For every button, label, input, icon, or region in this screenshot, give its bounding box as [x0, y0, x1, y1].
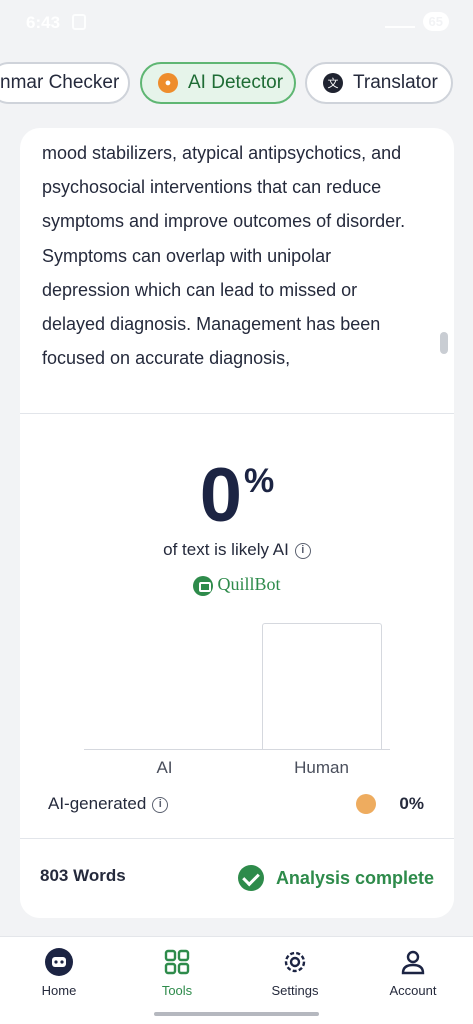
signal-icon	[384, 16, 415, 28]
nav-tools[interactable]: Tools	[132, 947, 222, 998]
chip-grammar-label: nmar Checker	[0, 72, 120, 93]
nav-settings[interactable]: Settings	[250, 947, 340, 998]
percentage-sign: %	[244, 462, 275, 500]
caption-text: of text is likely AI	[163, 540, 289, 559]
percentage-value: 0	[199, 453, 243, 538]
ai-detector-icon: ●	[158, 73, 178, 93]
bar-human	[261, 623, 382, 749]
scrollbar-thumb[interactable]	[440, 332, 448, 354]
brand-logo: QuillBot	[20, 574, 454, 596]
x-tick-label-ai: AI	[156, 758, 173, 777]
check-circle-icon	[237, 865, 264, 891]
ai-percentage: 0%	[20, 458, 454, 534]
legend-ai-generated: AI-generated i 0%	[48, 792, 424, 818]
home-indicator	[154, 1012, 319, 1016]
document-text-area[interactable]: mood stabilizers, atypical antipsychotic…	[20, 128, 454, 414]
notification-icon	[72, 14, 86, 30]
nav-home[interactable]: Home	[14, 947, 104, 998]
chip-translator-label: Translator	[353, 72, 438, 93]
chip-translator[interactable]: 文 Translator	[305, 62, 453, 104]
analysis-status: Analysis complete	[237, 865, 434, 891]
ai-human-bar-chart: AI Human	[84, 618, 390, 778]
tool-chips: nmar Checker ● AI Detector 文 Translator	[0, 62, 473, 108]
status-bar: 6:43 65	[0, 0, 473, 46]
info-icon[interactable]: i	[152, 796, 169, 813]
chip-ai-label: AI Detector	[188, 72, 284, 93]
status-time: 6:43	[26, 13, 61, 32]
legend-value: 0%	[399, 794, 424, 813]
chip-ai-detector[interactable]: ● AI Detector	[140, 62, 296, 104]
info-icon[interactable]: i	[294, 542, 311, 559]
status-right: 65	[384, 12, 449, 31]
ai-color-dot	[356, 794, 376, 814]
document-text: mood stabilizers, atypical antipsychotic…	[42, 143, 406, 369]
robot-home-icon	[45, 948, 73, 976]
grid-icon	[164, 949, 190, 975]
x-tick-label-human: Human	[294, 758, 349, 777]
analysis-status-text: Analysis complete	[275, 867, 434, 888]
nav-tools-label: Tools	[161, 983, 193, 998]
quillbot-logo-icon	[193, 575, 214, 596]
nav-settings-label: Settings	[271, 983, 319, 998]
result-card: mood stabilizers, atypical antipsychotic…	[20, 128, 454, 918]
chart-baseline	[84, 749, 390, 750]
word-count: 803 Words	[40, 866, 126, 885]
gear-icon	[284, 951, 306, 973]
chip-grammar-checker[interactable]: nmar Checker	[0, 62, 130, 104]
result-caption: of text is likely AI i	[20, 540, 454, 560]
translate-icon: 文	[323, 73, 343, 93]
person-icon	[401, 950, 425, 975]
brand-name: QuillBot	[217, 574, 281, 594]
legend-label: AI-generated i	[48, 794, 169, 814]
analysis-footer: 803 Words Analysis complete	[20, 838, 454, 918]
nav-account[interactable]: Account	[368, 947, 458, 998]
battery-level: 65	[422, 12, 449, 31]
bottom-nav: Home Tools Settings Account	[0, 936, 473, 1024]
nav-account-label: Account	[389, 983, 437, 998]
nav-home-label: Home	[41, 983, 77, 998]
